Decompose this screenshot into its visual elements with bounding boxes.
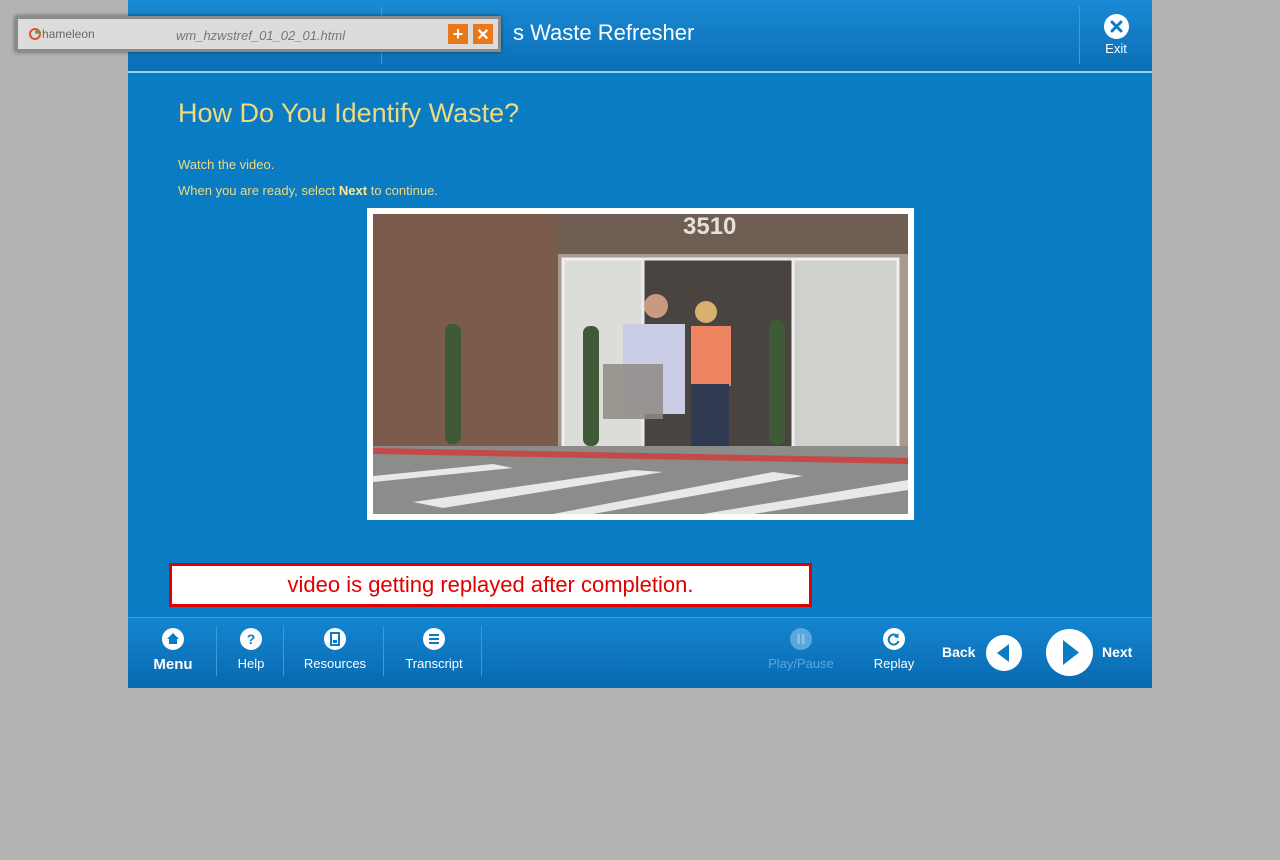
footer-divider bbox=[216, 626, 217, 676]
home-icon bbox=[162, 628, 184, 650]
instruction-line-1: Watch the video. bbox=[178, 157, 275, 172]
plus-icon: + bbox=[452, 24, 464, 44]
close-icon: ✕ bbox=[476, 27, 490, 44]
video-store-number: 3510 bbox=[683, 214, 736, 240]
next-emphasis: Next bbox=[338, 183, 368, 198]
back-button[interactable] bbox=[986, 635, 1022, 671]
close-button[interactable]: ✕ bbox=[473, 24, 493, 44]
document-icon bbox=[324, 628, 346, 650]
help-label: Help bbox=[237, 656, 265, 671]
add-button[interactable]: + bbox=[448, 24, 468, 44]
chameleon-logo: hameleon bbox=[28, 27, 95, 41]
course-title: s Waste Refresher bbox=[513, 20, 695, 45]
resources-label: Resources bbox=[303, 656, 367, 671]
next-label[interactable]: Next bbox=[1102, 644, 1132, 660]
replay-label: Replay bbox=[873, 656, 915, 671]
header-divider bbox=[1079, 6, 1080, 64]
play-pause-button[interactable]: Play/Pause bbox=[764, 628, 838, 671]
annotation-note: video is getting replayed after completi… bbox=[169, 563, 812, 607]
page-title: How Do You Identify Waste? bbox=[178, 98, 520, 128]
help-button[interactable]: ? Help bbox=[228, 628, 274, 671]
question-icon: ? bbox=[240, 628, 262, 650]
exit-button[interactable]: Exit bbox=[1088, 12, 1144, 62]
back-label[interactable]: Back bbox=[942, 644, 975, 660]
resources-button[interactable]: Resources bbox=[298, 628, 372, 671]
exit-label: Exit bbox=[1105, 41, 1127, 56]
replay-button[interactable]: Replay bbox=[868, 628, 920, 671]
course-player: s Waste Refresher Exit How Do You Identi… bbox=[128, 0, 1152, 688]
footer-divider bbox=[283, 626, 284, 676]
play-pause-label: Play/Pause bbox=[768, 656, 834, 671]
chameleon-toolbar: hameleon wm_hzwstref_01_02_01.html + ✕ bbox=[15, 16, 501, 52]
arrow-left-icon bbox=[997, 644, 1009, 662]
menu-label: Menu bbox=[153, 656, 193, 673]
arrow-right-icon bbox=[1063, 640, 1079, 665]
video-player[interactable]: 3510 bbox=[367, 208, 914, 520]
filename-label: wm_hzwstref_01_02_01.html bbox=[176, 28, 346, 43]
video-frame-image[interactable]: 3510 bbox=[373, 214, 908, 514]
instruction-line-2: When you are ready, select Next to conti… bbox=[178, 183, 438, 198]
footer-bar: Menu ? Help Resources Transcript Play/Pa… bbox=[128, 617, 1152, 688]
footer-divider bbox=[383, 626, 384, 676]
next-button[interactable] bbox=[1046, 629, 1093, 676]
replay-icon bbox=[883, 628, 905, 650]
pause-icon bbox=[790, 628, 812, 650]
menu-button[interactable]: Menu bbox=[148, 628, 198, 673]
transcript-button[interactable]: Transcript bbox=[400, 628, 468, 671]
close-circle-icon bbox=[1103, 14, 1129, 39]
footer-divider bbox=[481, 626, 482, 676]
list-icon bbox=[423, 628, 445, 650]
transcript-label: Transcript bbox=[405, 656, 463, 671]
